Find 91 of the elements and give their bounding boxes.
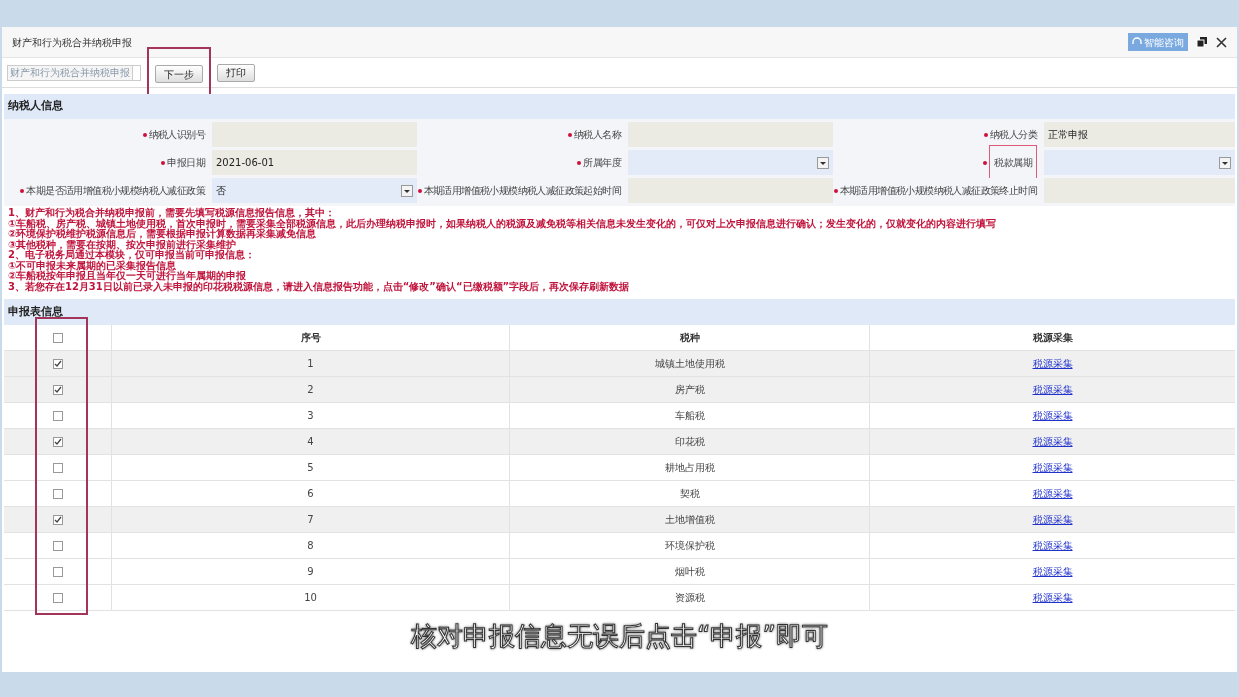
table-cell-text: 10	[304, 591, 317, 605]
required-icon	[568, 132, 572, 137]
checkbox[interactable]	[52, 566, 63, 577]
field-label: 本期是否适用增值税小规模纳税人减征政策	[26, 184, 205, 198]
table-cell-text: 4	[307, 435, 314, 449]
table-row[interactable]: 3 车船税 税源采集	[4, 403, 1235, 429]
source-link[interactable]: 税源采集	[1032, 512, 1073, 527]
table-cell-text: 车船税	[674, 409, 705, 423]
checkbox[interactable]	[52, 592, 63, 603]
checkbox[interactable]	[52, 384, 63, 395]
checkbox[interactable]	[52, 358, 63, 369]
table-cell-text: 资源税	[674, 591, 705, 605]
table-row[interactable]: 2 房产税 税源采集	[4, 377, 1235, 403]
field-label: 本期适用增值税小规模纳税人减征政策终止时间	[839, 184, 1037, 198]
input-field[interactable]: 正常申报	[1044, 122, 1235, 147]
notice-text: 1、财产和行为税合并纳税申报前，需要先填写税源信息报告信息，其中： ①车船税、房产税、城镇土地使用税，首次申报时，需要采集全部税源信息，此后办理纳税申报时，如果纳税人的税源及减免税等相关信息未发生变化的，可仅对上次申报信息进行确认；发生变化的，仅就变化的内容进行填写 ②环境保护税维护税源信息后，需要根据申报计算数据再采集减免信息 ③其他税种，需要在按期、按次申报前进行采集维护 2、电子税务局通过本模块，仅可申报当前可申报信息： ①不可申报未来属期的已采集报告信息 ②车船税按年申报且当年仅一天可进行当年属期的申报 3、若您存在12月31日以前已录入未申报的印花税税源信息，请进入信息报告功能，点击“修改”确认“已缴税额”字段后，再次保存刷新数据	[7, 206, 998, 294]
field-label: 所属年度	[583, 156, 621, 170]
table-cell-text: 烟叶税	[674, 565, 705, 579]
source-link[interactable]: 税源采集	[1032, 564, 1073, 579]
table-cell-text: 8	[307, 539, 314, 553]
required-icon	[833, 188, 838, 193]
toolbar-button[interactable]: 打印	[217, 63, 255, 82]
restore-icon[interactable]	[1196, 36, 1208, 48]
source-link[interactable]: 税源采集	[1032, 590, 1073, 605]
field-label: 申报日期	[167, 156, 205, 170]
source-link[interactable]: 税源采集	[1032, 486, 1073, 501]
table-row[interactable]: 10 资源税 税源采集	[4, 585, 1235, 611]
required-icon	[161, 160, 166, 165]
required-icon	[142, 132, 147, 137]
table-row[interactable]: 1 城镇土地使用税 税源采集	[4, 351, 1235, 377]
table-cell-text: 1	[307, 357, 314, 371]
required-icon	[20, 188, 25, 193]
table-row[interactable]: 6 契税 税源采集	[4, 481, 1235, 507]
table-cell-text: 7	[307, 513, 314, 527]
dropdown-icon[interactable]	[401, 184, 413, 197]
dropdown-icon[interactable]	[817, 156, 829, 169]
select-field[interactable]: 否	[212, 178, 417, 203]
video-subtitle: 核对申报信息无误后点击“申报”即可	[409, 620, 829, 653]
table-cell-text: 3	[307, 409, 314, 423]
toolbar-button[interactable]: 下一步	[155, 65, 203, 83]
field-label: 纳税人名称	[574, 128, 621, 142]
field-label: 本期适用增值税小规模纳税人减征政策起始时间	[423, 184, 621, 198]
checkbox[interactable]	[52, 332, 63, 343]
source-link[interactable]: 税源采集	[1032, 434, 1073, 449]
close-icon[interactable]	[1216, 36, 1227, 48]
table-row[interactable]: 8 环境保护税 税源采集	[4, 533, 1235, 559]
field-label: 纳税人分类	[990, 128, 1037, 142]
headset-icon	[1132, 37, 1142, 47]
column-header: 税种	[679, 331, 700, 345]
table-cell-text: 印花税	[674, 435, 705, 449]
table-row[interactable]: 4 印花税 税源采集	[4, 429, 1235, 455]
checkbox[interactable]	[52, 514, 63, 525]
source-link[interactable]: 税源采集	[1032, 382, 1073, 397]
table-cell-text: 城镇土地使用税	[654, 357, 725, 371]
field-label: 纳税人识别号	[148, 128, 205, 142]
required-icon	[577, 160, 582, 165]
table-row[interactable]: 7 土地增值税 税源采集	[4, 507, 1235, 533]
dropdown-icon[interactable]	[1219, 156, 1231, 169]
required-icon	[417, 188, 422, 193]
window-title: 财产和行为税合并纳税申报	[12, 35, 132, 50]
section-title: 申报表信息	[8, 303, 63, 320]
checkbox[interactable]	[52, 540, 63, 551]
table-row[interactable]: 9 烟叶税 税源采集	[4, 559, 1235, 585]
input-field[interactable]	[628, 178, 833, 203]
table-cell-text: 环境保护税	[664, 539, 715, 553]
table-cell-text: 6	[307, 487, 314, 501]
column-header: 序号	[300, 331, 321, 345]
table-cell-text: 2	[307, 383, 314, 397]
section-title: 纳税人信息	[8, 98, 63, 115]
select-field[interactable]	[1044, 150, 1235, 175]
checkbox[interactable]	[52, 488, 63, 499]
input-field[interactable]: 2021-06-01	[212, 150, 417, 175]
table-cell-text: 9	[307, 565, 314, 579]
source-link[interactable]: 税源采集	[1032, 538, 1073, 553]
table-cell-text: 房产税	[674, 383, 705, 397]
table-cell-text: 契税	[679, 487, 700, 501]
column-header: 税源采集	[1032, 331, 1073, 345]
input-field[interactable]	[1044, 178, 1235, 203]
checkbox[interactable]	[52, 410, 63, 421]
table-cell-text: 耕地占用税	[664, 461, 715, 475]
table-cell-text: 土地增值税	[664, 513, 715, 527]
table-cell-text: 5	[307, 461, 314, 475]
source-link[interactable]: 税源采集	[1032, 460, 1073, 475]
required-icon	[984, 132, 988, 137]
source-link[interactable]: 税源采集	[1032, 356, 1073, 371]
checkbox[interactable]	[52, 462, 63, 473]
source-link[interactable]: 税源采集	[1032, 408, 1073, 423]
table-row[interactable]: 5 耕地占用税 税源采集	[4, 455, 1235, 481]
required-icon	[983, 160, 988, 165]
checkbox[interactable]	[52, 436, 63, 447]
select-field[interactable]	[628, 150, 833, 175]
